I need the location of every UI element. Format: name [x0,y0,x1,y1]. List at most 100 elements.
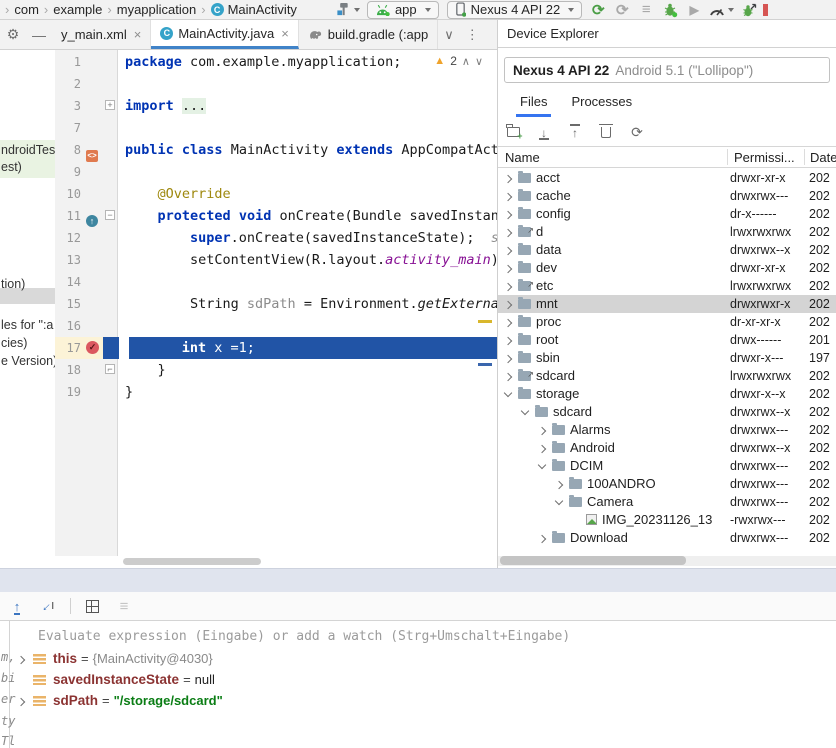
file-tree-row-acct[interactable]: acctdrwxr-xr-x202 [498,169,836,187]
file-tree-row-d[interactable]: ↗dlrwxrwxrwx202 [498,223,836,241]
step-up-button[interactable]: ↑ [6,595,28,617]
code-text[interactable]: String sdPath = Environment.getExternal [118,293,497,315]
code-line-8[interactable]: 8<>public class MainActivity extends App… [55,139,497,161]
chevron-right-icon[interactable] [504,210,512,218]
code-line-15[interactable]: 15 String sdPath = Environment.getExtern… [55,293,497,315]
editor-hscroll-thumb[interactable] [123,558,261,565]
code-text[interactable]: super.onCreate(savedInstanceState); s [118,227,497,249]
device-explorer-device-select[interactable]: Nexus 4 API 22 Android 5.1 ("Lollipop") [504,57,830,83]
code-text[interactable]: protected void onCreate(Bundle savedInst… [118,205,497,227]
chevron-right-icon[interactable] [538,534,546,542]
code-line-9[interactable]: 9 [55,161,497,183]
breadcrumb-item-example[interactable]: example [53,2,102,17]
attach-debugger-button[interactable] [740,1,758,19]
file-tree-row-sbin[interactable]: sbindrwxr-x---197 [498,349,836,367]
code-line-16[interactable]: 16 [55,315,497,337]
stop-button[interactable] [763,4,768,16]
fold-end-icon[interactable]: ⌐ [105,364,115,374]
variable-row-savedinstancestate[interactable]: savedInstanceState=null [11,669,836,690]
code-line-2[interactable]: 2 [55,73,497,95]
file-tree-row-sdcard[interactable]: sdcarddrwxrwx--x202 [498,403,836,421]
chevron-right-icon[interactable] [504,246,512,254]
chevron-right-icon[interactable] [504,354,512,362]
editor-tab-y-main-xml[interactable]: y_main.xml× [52,20,151,49]
hide-panel-icon[interactable]: — [26,20,52,49]
chevron-down-icon[interactable] [521,407,529,415]
file-tree-row-storage[interactable]: storagedrwxr-x--x202 [498,385,836,403]
inspection-widget[interactable]: ▲2 ∧ ∨ [434,54,483,68]
tab-close-icon[interactable]: × [281,26,289,41]
column-header-permissions[interactable]: Permissi... [734,147,802,168]
code-line-19[interactable]: 19} [55,381,497,403]
code-line-1[interactable]: 1package com.example.myapplication; [55,51,497,73]
chevron-right-icon[interactable] [504,300,512,308]
chevron-right-icon[interactable] [504,228,512,236]
project-panel-sliver[interactable]: ndroidTesest)tion)les for ":acies)e Vers… [0,50,55,568]
editor-tab-mainactivity-java[interactable]: CMainActivity.java× [151,20,298,49]
code-text[interactable]: setContentView(R.layout.activity_main); [118,249,497,271]
code-line-3[interactable]: 3+import ... [55,95,497,117]
chevron-right-icon[interactable] [504,372,512,380]
device-select[interactable]: Nexus 4 API 22 [447,1,583,19]
profiler-button[interactable] [709,1,734,19]
fold-expand-icon[interactable]: + [105,100,115,110]
file-tree-row-root[interactable]: rootdrwx------201 [498,331,836,349]
file-tree-row-proc[interactable]: procdr-xr-xr-x202 [498,313,836,331]
run-configuration-select[interactable]: app [367,1,439,19]
tab-more-options-icon[interactable]: ⋮ [460,20,485,49]
file-tree-row-config[interactable]: configdr-x------202 [498,205,836,223]
file-tree-row-mnt[interactable]: mntdrwxrwxr-x202 [498,295,836,313]
run-list-button[interactable]: ≡ [637,1,655,19]
file-tree-row-data[interactable]: datadrwxrwx--x202 [498,241,836,259]
file-tree-row-sdcard[interactable]: ↗sdcardlrwxrwxrwx202 [498,367,836,385]
fold-collapse-icon[interactable]: − [105,210,115,220]
chevron-right-icon[interactable] [17,655,25,663]
chevron-right-icon[interactable] [538,444,546,452]
file-tree-row-dcim[interactable]: DCIMdrwxrwx---202 [498,457,836,475]
variable-row-this[interactable]: this={MainActivity@4030} [11,648,836,669]
file-tree-row-download[interactable]: Downloaddrwxrwx---202 [498,529,836,547]
upload-file-button[interactable]: ↑ [564,121,586,143]
code-text[interactable]: int x =1; [129,337,497,359]
file-tree-row-android[interactable]: Androiddrwxrwx--x202 [498,439,836,457]
file-tree-row-img_20231126_13[interactable]: IMG_20231126_13-rwxrwx---202 [498,511,836,529]
chevron-right-icon[interactable] [555,480,563,488]
gear-icon[interactable]: ⚙ [0,20,26,49]
chevron-right-icon[interactable] [504,318,512,326]
code-line-12[interactable]: 12 super.onCreate(savedInstanceState); s [55,227,497,249]
file-tree-row-dev[interactable]: devdrwxr-xr-x202 [498,259,836,277]
code-text[interactable]: } [118,381,497,403]
prev-issue-icon[interactable]: ∧ [462,55,470,68]
device-explorer-tab-processes[interactable]: Processes [561,90,642,116]
code-text[interactable]: } [118,359,497,381]
code-text[interactable]: @Override [118,183,497,205]
editor-tab-build-gradle-app[interactable]: build.gradle (:app [299,20,438,49]
breadcrumb-item-myapplication[interactable]: myapplication [117,2,197,17]
build-hammer-button[interactable] [335,1,360,19]
frames-panel-sliver[interactable]: m,biertyTl [0,621,10,748]
tab-list-chevron-icon[interactable]: ∨ [438,20,460,49]
variable-row-sdpath[interactable]: sdPath="/storage/sdcard" [11,690,836,711]
breakpoint-icon[interactable]: ✓ [86,341,99,354]
layout-settings-button[interactable]: ≡ [113,595,135,617]
chevron-right-icon[interactable] [504,336,512,344]
run-to-cursor-button[interactable]: ↓I [38,595,60,617]
chevron-down-icon[interactable] [504,389,512,397]
chevron-right-icon[interactable] [504,192,512,200]
code-line-18[interactable]: 18⌐ } [55,359,497,381]
error-stripe-warning-mark[interactable] [478,320,492,323]
breadcrumb-item-com[interactable]: com [14,2,39,17]
code-text[interactable]: public class MainActivity extends AppCom… [118,139,497,161]
evaluate-expression-input[interactable]: Evaluate expression (Eingabe) or add a w… [11,625,836,647]
download-file-button[interactable]: ↓ [533,121,555,143]
rerun-inactive-button[interactable]: ⟳ [613,1,631,19]
code-text[interactable]: import ... [118,95,497,117]
delete-button[interactable] [595,121,617,143]
file-tree-row-etc[interactable]: ↗etclrwxrwxrwx202 [498,277,836,295]
chevron-right-icon[interactable] [504,174,512,182]
chevron-right-icon[interactable] [504,282,512,290]
column-header-name[interactable]: Name [505,147,540,168]
code-line-13[interactable]: 13 setContentView(R.layout.activity_main… [55,249,497,271]
file-tree-row-alarms[interactable]: Alarmsdrwxrwx---202 [498,421,836,439]
code-line-10[interactable]: 10 @Override [55,183,497,205]
